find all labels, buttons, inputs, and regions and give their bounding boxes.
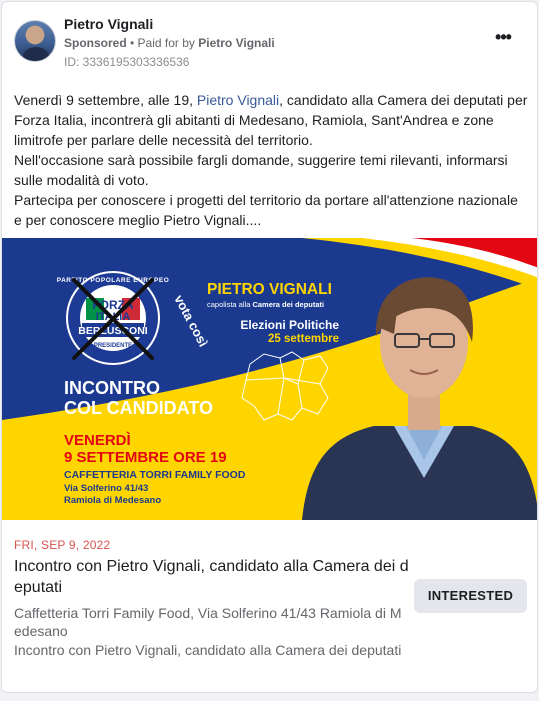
sponsored-label: Sponsored bbox=[64, 36, 127, 50]
venue-text: CAFFETTERIA TORRI FAMILY FOOD bbox=[64, 469, 246, 481]
logo-berlusconi-text: BERLUSCONI bbox=[78, 325, 148, 337]
elezioni-text: Elezioni Politiche bbox=[240, 318, 339, 332]
event-title[interactable]: Incontro con Pietro Vignali, candidato a… bbox=[14, 556, 409, 598]
ad-id: ID: 3336195303336536 bbox=[64, 55, 190, 69]
venerdi-text: VENERDÌ bbox=[64, 432, 131, 449]
sponsored-line: Sponsored • Paid for by Pietro Vignali bbox=[64, 36, 275, 50]
meta-separator: • bbox=[126, 36, 138, 50]
event-date: FRI, SEP 9, 2022 bbox=[14, 538, 111, 552]
avatar[interactable] bbox=[14, 20, 56, 62]
event-banner-image[interactable]: FORZA ITALIA BERLUSCONI PRESIDENTE PARTI… bbox=[2, 238, 537, 520]
post-header: Pietro Vignali Sponsored • Paid for by P… bbox=[14, 14, 525, 74]
page-name[interactable]: Pietro Vignali bbox=[64, 16, 153, 32]
body-paragraph-2: Nell'occasione sarà possibile fargli dom… bbox=[14, 152, 508, 188]
capolista-bold: Camera dei deputati bbox=[252, 300, 324, 309]
post-body: Venerdì 9 settembre, alle 19, Pietro Vig… bbox=[14, 90, 529, 230]
candidate-name-text: PIETRO VIGNALI bbox=[207, 281, 332, 298]
paid-for-text: Paid for by bbox=[137, 36, 199, 50]
event-banner-graphic: FORZA ITALIA BERLUSCONI PRESIDENTE PARTI… bbox=[2, 238, 537, 520]
sponsored-post-card: Pietro Vignali Sponsored • Paid for by P… bbox=[1, 1, 538, 693]
incontro-line-1: INCONTRO bbox=[64, 378, 160, 398]
capolista-prefix: capolista alla bbox=[207, 300, 252, 309]
capolista-text: capolista alla Camera dei deputati bbox=[207, 300, 324, 309]
street-text: Via Solferino 41/43 bbox=[64, 483, 148, 494]
body-paragraph-1: Venerdì 9 settembre, alle 19, Pietro Vig… bbox=[14, 90, 529, 150]
paid-for-name[interactable]: Pietro Vignali bbox=[198, 36, 274, 50]
incontro-line-2: COL CANDIDATO bbox=[64, 398, 213, 418]
date-time-text: 9 SETTEMBRE ORE 19 bbox=[64, 449, 227, 466]
event-location: Caffetteria Torri Family Food, Via Solfe… bbox=[14, 605, 402, 639]
body-text-segment: Venerdì 9 settembre, alle 19, bbox=[14, 92, 197, 108]
page-mention-link[interactable]: Pietro Vignali bbox=[197, 92, 279, 108]
more-options-button[interactable]: ••• bbox=[489, 28, 517, 52]
event-description: Incontro con Pietro Vignali, candidato a… bbox=[14, 642, 402, 658]
body-paragraph-3: Partecipa per conoscere i progetti del t… bbox=[14, 192, 518, 228]
interested-button[interactable]: INTERESTED bbox=[414, 579, 527, 613]
logo-presidente-text: PRESIDENTE bbox=[94, 343, 132, 349]
election-date-text: 25 settembre bbox=[268, 333, 339, 345]
town-text: Ramiola di Medesano bbox=[64, 495, 161, 506]
event-details[interactable]: FRI, SEP 9, 2022 Incontro con Pietro Vig… bbox=[2, 520, 537, 692]
